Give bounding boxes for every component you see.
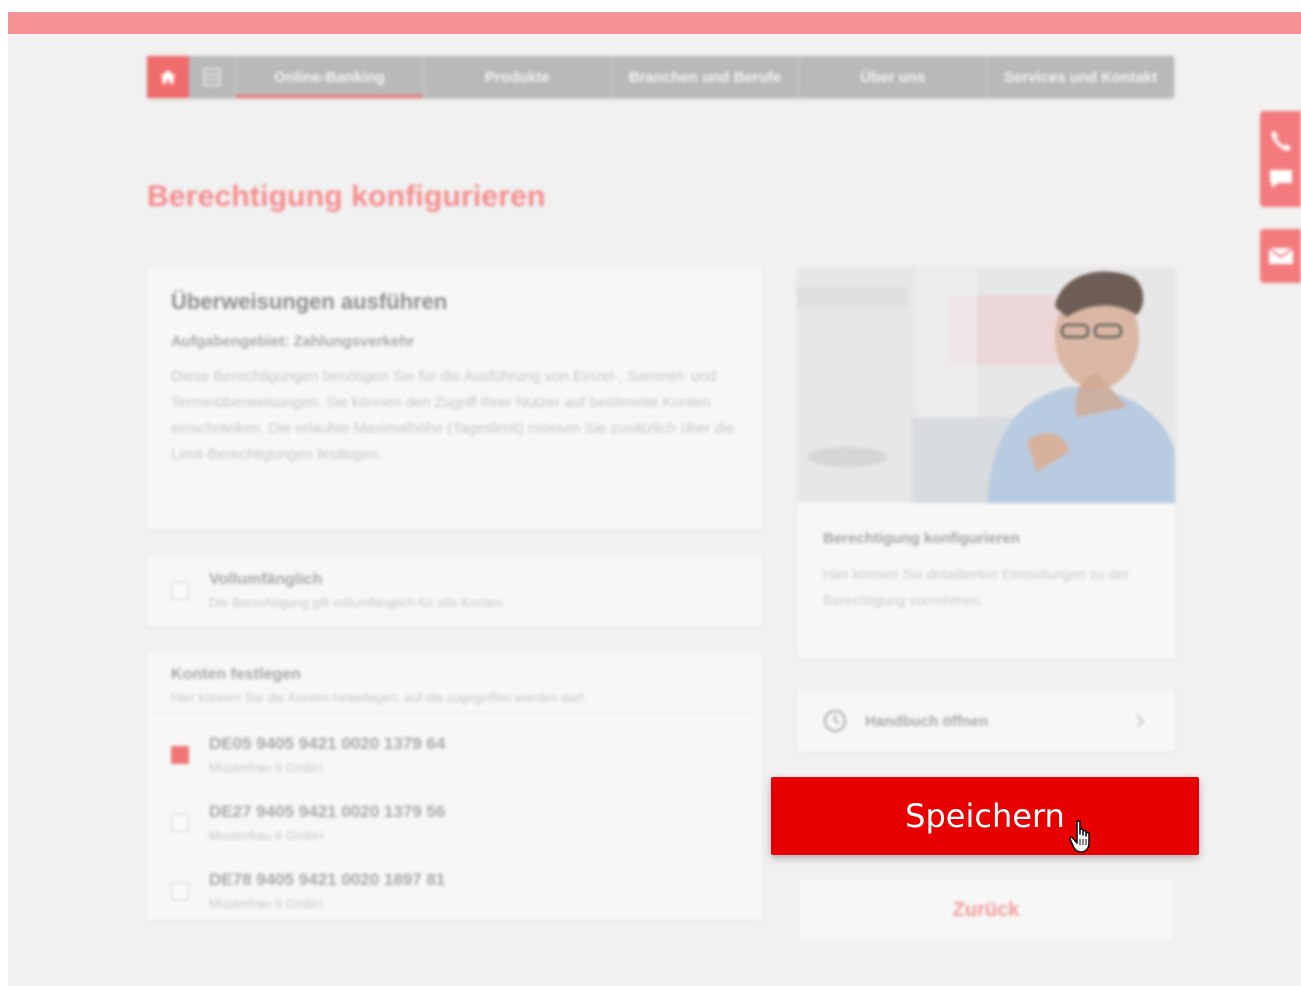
divider <box>147 712 762 713</box>
info-card-title: Berechtigung konfigurieren <box>823 530 1020 547</box>
grid-menu-icon <box>203 68 221 86</box>
person-at-desk-illustration <box>797 267 1175 503</box>
nav-item-ueber-uns[interactable]: Über uns <box>799 56 988 98</box>
account-checkbox[interactable] <box>171 882 189 900</box>
phone-icon <box>1271 131 1291 151</box>
chat-icon <box>1269 170 1292 188</box>
clock-icon <box>824 710 846 732</box>
account-iban: DE78 9405 9421 0020 1897 81 <box>209 870 446 889</box>
account-row[interactable]: DE78 9405 9421 0020 1897 81 Musterfrau I… <box>171 870 445 911</box>
accounts-hint: Hier können Sie die Konten hinterlegen, … <box>171 690 588 705</box>
full-access-hint: Die Berechtigung gilt vollumfänglich für… <box>209 595 507 610</box>
chevron-right-icon <box>1136 714 1145 728</box>
nav-item-produkte[interactable]: Produkte <box>424 56 612 98</box>
home-button[interactable] <box>147 56 189 98</box>
account-row[interactable]: DE27 9405 9421 0020 1379 56 Musterfrau I… <box>171 802 445 843</box>
nav-item-online-banking[interactable]: Online-Banking <box>236 56 424 98</box>
account-checkbox[interactable] <box>171 814 189 832</box>
full-access-label: Vollumfänglich <box>209 571 323 588</box>
hero-photo <box>797 267 1175 503</box>
account-checkbox[interactable] <box>171 746 189 764</box>
account-holder: Musterfrau II GmbH <box>209 760 324 775</box>
accounts-card: Konten festlegen Hier können Sie die Kon… <box>147 652 762 920</box>
full-access-card: Vollumfänglich Die Berechtigung gilt vol… <box>147 555 762 627</box>
hand-cursor-icon <box>1069 820 1090 853</box>
account-holder: Musterfrau II GmbH <box>209 828 324 843</box>
account-iban: DE27 9405 9421 0020 1379 56 <box>209 802 446 821</box>
permission-title: Überweisungen ausführen <box>171 289 448 314</box>
menu-button[interactable] <box>189 56 236 98</box>
main-navigation: Online-Banking Produkte Branchen und Ber… <box>147 56 1174 98</box>
account-holder: Musterfrau II GmbH <box>209 896 324 911</box>
save-button[interactable]: Speichern <box>771 777 1199 855</box>
save-button-label: Speichern <box>905 797 1065 835</box>
nav-item-services[interactable]: Services und Kontakt <box>987 56 1174 98</box>
permission-area: Aufgabengebiet: Zahlungsverkehr <box>171 333 415 350</box>
home-icon <box>160 70 176 84</box>
contact-tab[interactable] <box>1260 111 1301 207</box>
info-card-text: Hier können Sie detaillierten Einstellun… <box>823 566 1129 608</box>
top-brand-bar <box>8 12 1301 34</box>
accounts-title: Konten festlegen <box>171 666 301 683</box>
account-row[interactable]: DE05 9405 9421 0020 1379 64 Musterfrau I… <box>171 734 445 775</box>
back-button[interactable]: Zurück <box>800 880 1172 940</box>
permission-description: Diese Berechtigungen benötigen Sie für d… <box>171 368 735 463</box>
mail-icon <box>1267 247 1294 264</box>
manual-link[interactable]: Handbuch öffnen <box>797 690 1175 752</box>
manual-label: Handbuch öffnen <box>865 712 989 730</box>
info-card-body: Berechtigung konfigurieren Hier können S… <box>823 530 1153 613</box>
page-title: Berechtigung konfigurieren <box>147 180 546 213</box>
permission-card: Überweisungen ausführen Aufgabengebiet: … <box>147 267 762 529</box>
account-iban: DE05 9405 9421 0020 1379 64 <box>209 734 446 753</box>
nav-item-branchen[interactable]: Branchen und Berufe <box>612 56 800 98</box>
mail-tab[interactable] <box>1260 229 1301 283</box>
full-access-checkbox[interactable] <box>171 582 189 600</box>
